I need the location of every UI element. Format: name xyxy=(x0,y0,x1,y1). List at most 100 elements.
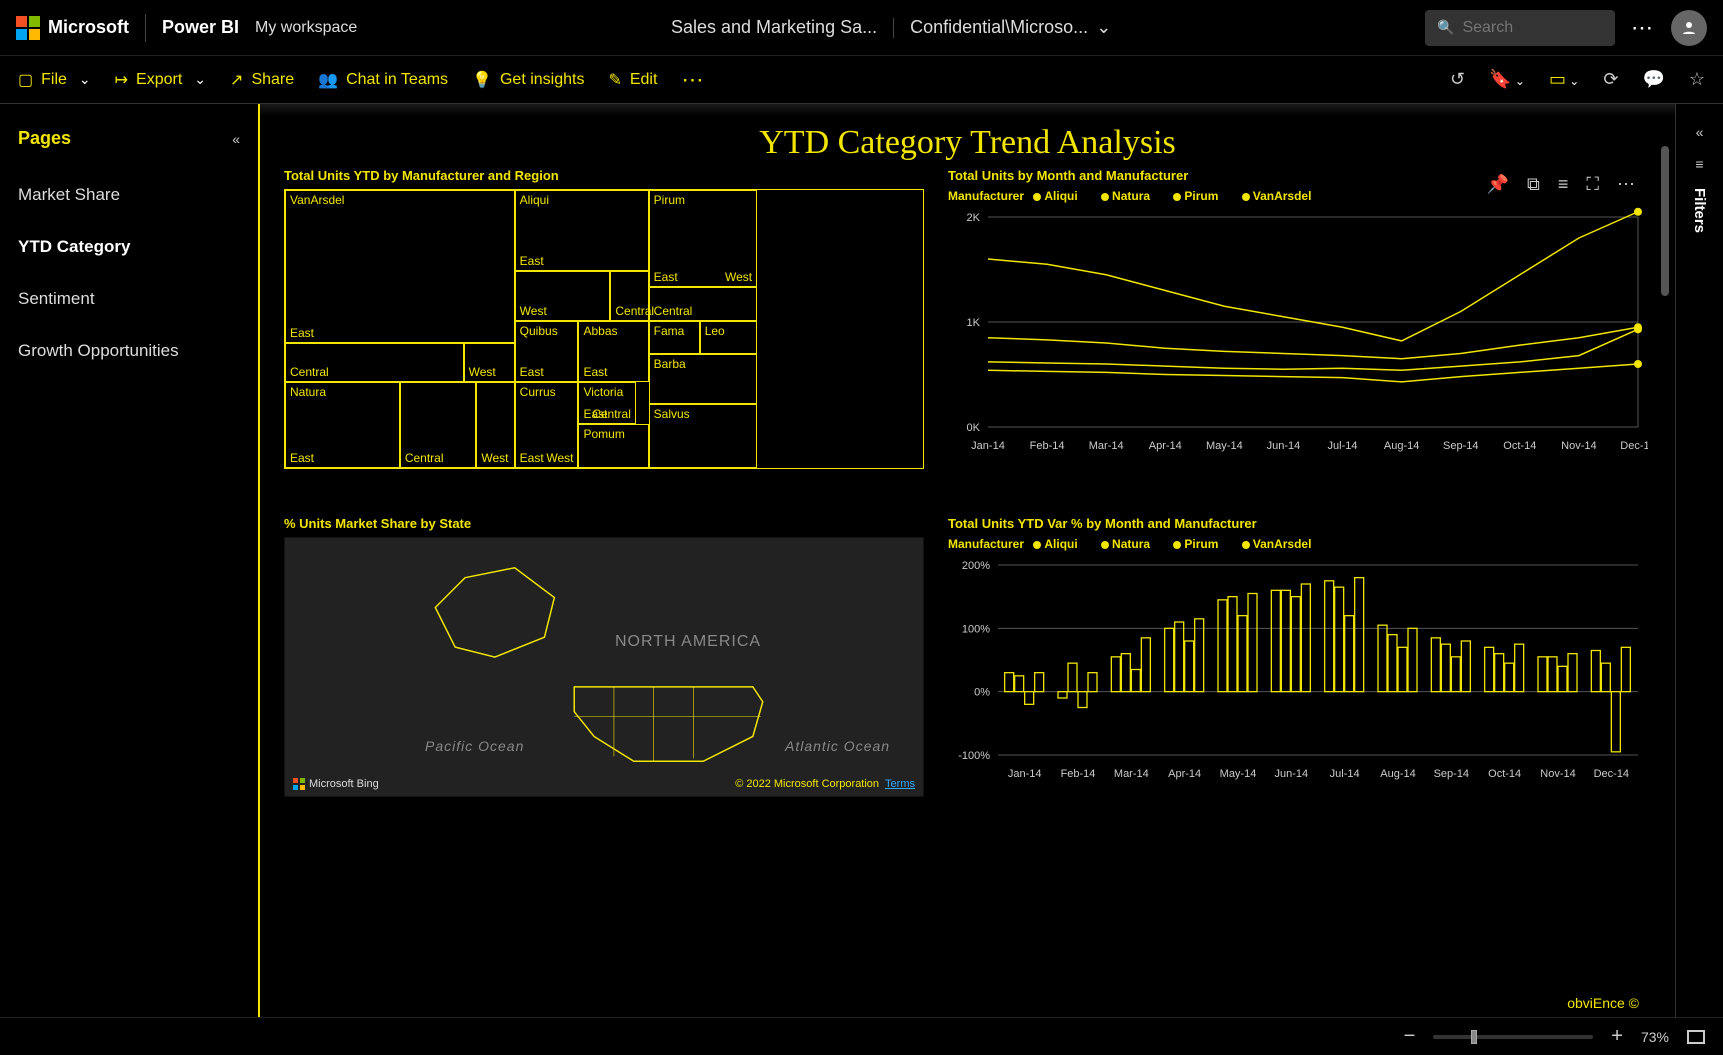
svg-text:1K: 1K xyxy=(967,317,981,329)
treemap-cell[interactable]: CurrusEastWest xyxy=(515,382,579,468)
treemap-cell[interactable]: Barba xyxy=(649,354,757,404)
svg-text:2K: 2K xyxy=(967,212,981,224)
svg-text:Jan-14: Jan-14 xyxy=(1008,768,1042,780)
workspace-breadcrumb[interactable]: My workspace xyxy=(255,19,357,37)
bar-title: Total Units YTD Var % by Month and Manuf… xyxy=(948,516,1648,531)
bar-chart-body[interactable]: -100%0%100%200%Jan-14Feb-14Mar-14Apr-14M… xyxy=(948,555,1648,785)
filters-pane-collapsed[interactable]: « ≡ Filters xyxy=(1675,104,1723,1017)
treemap-cell[interactable]: West xyxy=(515,271,611,321)
treemap-cell[interactable]: VanArsdelEast xyxy=(285,190,515,343)
edit-button[interactable]: ✎ Edit xyxy=(608,70,657,90)
visual-more-icon[interactable]: ⋯ xyxy=(1617,174,1635,195)
copy-icon[interactable]: ⧉ xyxy=(1527,174,1540,195)
comment-icon[interactable]: 💬 xyxy=(1642,69,1664,90)
page-tab-sentiment[interactable]: Sentiment xyxy=(12,273,246,325)
search-input[interactable] xyxy=(1462,19,1582,37)
collapse-pane-icon[interactable]: « xyxy=(232,131,240,147)
svg-text:Apr-14: Apr-14 xyxy=(1149,440,1182,452)
more-options-icon[interactable]: ⋯ xyxy=(1631,15,1655,41)
sensitivity-text: Confidential\Microso... xyxy=(910,17,1088,38)
line-chart-visual[interactable]: Total Units by Month and Manufacturer Ma… xyxy=(948,168,1648,498)
line-chart-body[interactable]: 0K1K2KJan-14Feb-14Mar-14Apr-14May-14Jun-… xyxy=(948,207,1648,457)
toolbar-more-icon[interactable]: ⋯ xyxy=(681,67,705,93)
visual-toolbar: 📌 ⧉ ≡ ⛶ ⋯ xyxy=(1487,174,1635,195)
treemap-body[interactable]: VanArsdelEastCentralWestNaturaEastCentra… xyxy=(284,189,924,469)
svg-text:Dec-14: Dec-14 xyxy=(1620,440,1648,452)
svg-text:May-14: May-14 xyxy=(1206,440,1243,452)
pages-pane: Pages « Market Share YTD Category Sentim… xyxy=(0,104,260,1017)
svg-text:Sep-14: Sep-14 xyxy=(1434,768,1469,780)
share-label: Share xyxy=(251,71,294,89)
page-tab-growth[interactable]: Growth Opportunities xyxy=(12,325,246,377)
svg-text:Nov-14: Nov-14 xyxy=(1561,440,1596,452)
treemap-cell[interactable]: NaturaEast xyxy=(285,382,400,468)
svg-text:Jul-14: Jul-14 xyxy=(1330,768,1360,780)
chat-teams-button[interactable]: 👥 Chat in Teams xyxy=(318,70,448,90)
map-visual[interactable]: % Units Market Share by State NORTH AMER… xyxy=(284,516,924,826)
zoom-percentage: 73% xyxy=(1641,1029,1669,1045)
view-icon[interactable]: ▭ ⌄ xyxy=(1549,69,1579,90)
refresh-icon[interactable]: ⟳ xyxy=(1603,69,1618,90)
bookmark-icon[interactable]: 🔖 ⌄ xyxy=(1489,69,1525,90)
treemap-cell[interactable]: QuibusEast xyxy=(515,321,579,382)
svg-text:Mar-14: Mar-14 xyxy=(1089,440,1124,452)
zoom-thumb[interactable] xyxy=(1471,1030,1477,1044)
expand-filters-icon[interactable]: « xyxy=(1696,124,1704,140)
zoom-out-button[interactable]: − xyxy=(1404,1025,1416,1048)
zoom-in-button[interactable]: + xyxy=(1611,1025,1623,1048)
divider xyxy=(145,14,146,42)
treemap-visual[interactable]: Total Units YTD by Manufacturer and Regi… xyxy=(284,168,924,498)
svg-text:Sep-14: Sep-14 xyxy=(1443,440,1478,452)
chat-label: Chat in Teams xyxy=(346,71,448,89)
svg-text:Mar-14: Mar-14 xyxy=(1114,768,1149,780)
filter-icon[interactable]: ≡ xyxy=(1558,174,1569,195)
treemap-cell[interactable]: Salvus xyxy=(649,404,757,468)
sensitivity-label[interactable]: Confidential\Microso... ⌄ xyxy=(910,17,1111,38)
treemap-cell[interactable]: AliquiEast xyxy=(515,190,649,271)
focus-icon[interactable]: ⛶ xyxy=(1586,174,1599,195)
reset-icon[interactable]: ↺ xyxy=(1450,69,1465,90)
treemap-title: Total Units YTD by Manufacturer and Regi… xyxy=(284,168,924,183)
treemap-cell[interactable]: West xyxy=(476,382,514,468)
svg-text:-100%: -100% xyxy=(958,750,990,762)
scrollbar-thumb[interactable] xyxy=(1661,146,1669,296)
treemap-cell[interactable]: Central xyxy=(400,382,477,468)
export-menu[interactable]: ↦ Export xyxy=(115,70,206,90)
product-brand[interactable]: Power BI xyxy=(162,17,239,38)
get-insights-button[interactable]: 💡 Get insights xyxy=(472,70,584,90)
svg-text:May-14: May-14 xyxy=(1220,768,1257,780)
map-body[interactable]: NORTH AMERICA Pacific Ocean Atlantic Oce… xyxy=(284,537,924,797)
status-bar: − + 73% xyxy=(0,1017,1723,1055)
map-bing-credit: Microsoft Bing xyxy=(293,778,379,790)
treemap-cell[interactable]: Leo xyxy=(700,321,757,354)
bar-legend: Manufacturer Aliqui Natura Pirum VanArsd… xyxy=(948,537,1648,551)
treemap-cell[interactable]: Pomum xyxy=(578,424,648,468)
map-svg xyxy=(285,538,923,796)
file-menu[interactable]: ▢ File xyxy=(18,70,91,90)
treemap-cell[interactable]: AbbasEast xyxy=(578,321,648,382)
avatar[interactable] xyxy=(1671,10,1707,46)
favorite-icon[interactable]: ☆ xyxy=(1689,69,1705,90)
treemap-cell[interactable]: Central xyxy=(649,287,757,320)
treemap-cell[interactable]: Fama xyxy=(649,321,700,354)
pacific-label: Pacific Ocean xyxy=(425,738,524,754)
insights-label: Get insights xyxy=(500,71,584,89)
pin-icon[interactable]: 📌 xyxy=(1487,174,1509,195)
report-page-title: YTD Category Trend Analysis xyxy=(284,124,1651,162)
share-button[interactable]: ↗ Share xyxy=(230,70,294,90)
treemap-cell[interactable]: Central xyxy=(285,343,464,382)
fit-to-page-icon[interactable] xyxy=(1687,1030,1705,1044)
treemap-cell[interactable]: Central xyxy=(610,271,648,321)
treemap-cell[interactable]: PirumEastWest xyxy=(649,190,757,287)
zoom-slider[interactable] xyxy=(1433,1035,1593,1039)
atlantic-label: Atlantic Ocean xyxy=(785,738,890,754)
treemap-cell[interactable]: VictoriaEastCentral xyxy=(578,382,635,424)
page-tab-ytd-category[interactable]: YTD Category xyxy=(12,221,246,273)
bar-chart-visual[interactable]: Total Units YTD Var % by Month and Manuf… xyxy=(948,516,1648,826)
page-tab-market-share[interactable]: Market Share xyxy=(12,169,246,221)
search-box[interactable]: 🔍 xyxy=(1425,10,1615,46)
report-title[interactable]: Sales and Marketing Sa... xyxy=(671,17,877,38)
report-toolbar: ▢ File ↦ Export ↗ Share 👥 Chat in Teams … xyxy=(0,56,1723,104)
treemap-cell[interactable]: West xyxy=(464,343,515,382)
map-terms-link[interactable]: Terms xyxy=(885,778,915,790)
